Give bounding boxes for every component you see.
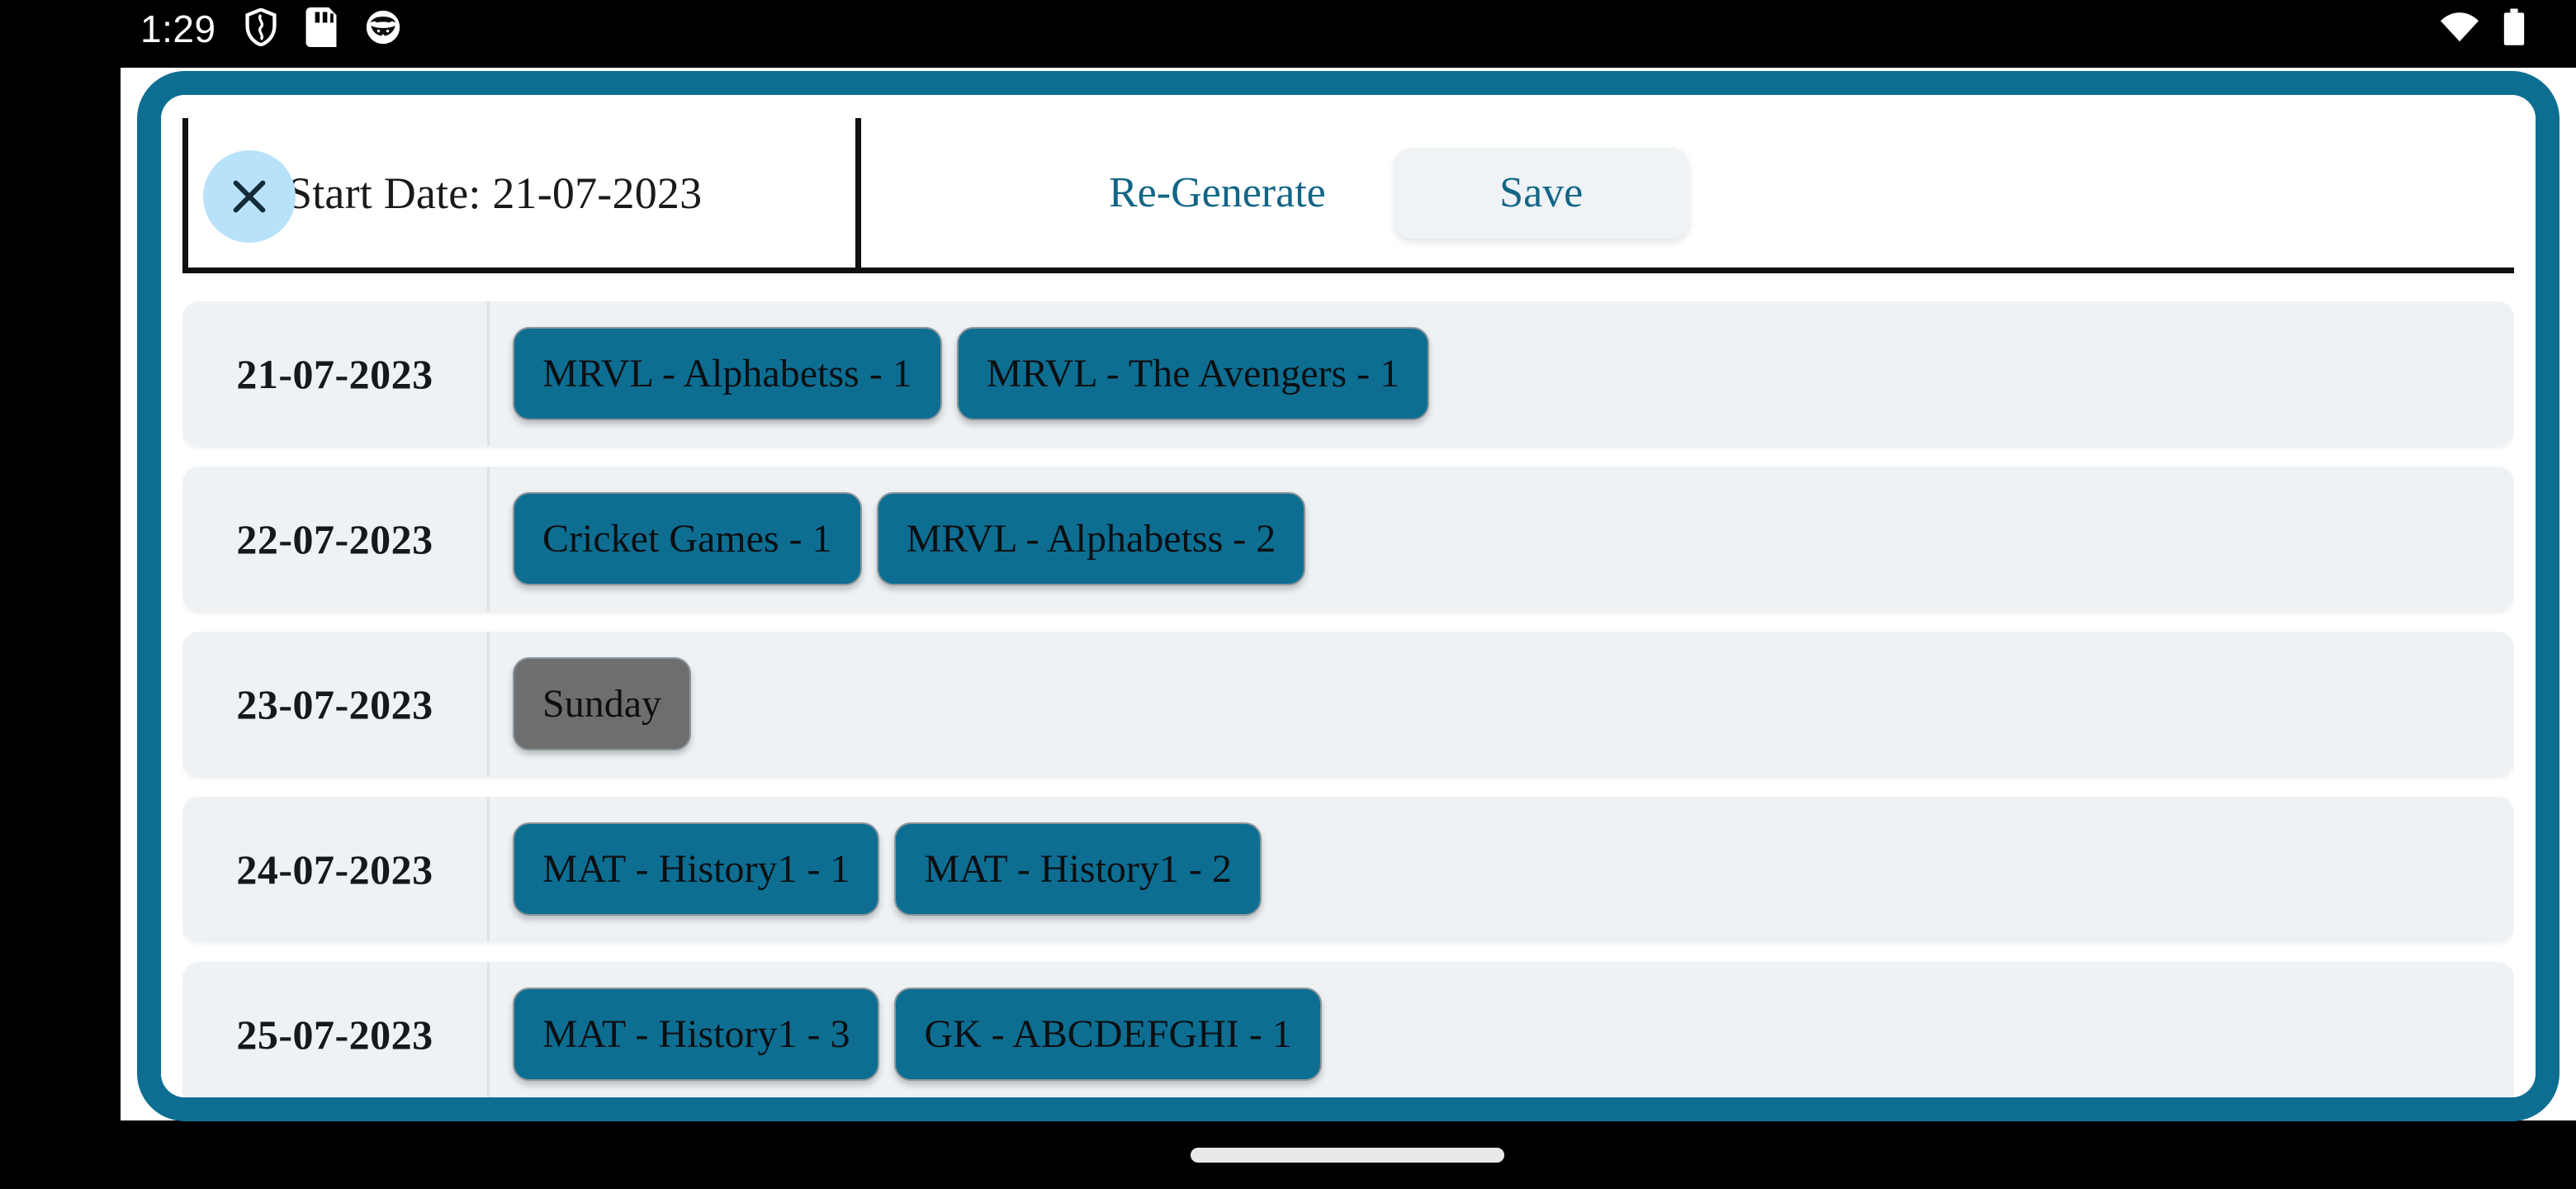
row-chips: Sunday: [490, 632, 691, 776]
row-chips: MRVL - Alphabetss - 1 MRVL - The Avenger…: [490, 301, 1430, 446]
session-chip[interactable]: MRVL - Alphabetss - 1: [513, 327, 942, 420]
home-indicator[interactable]: [1191, 1148, 1504, 1163]
session-chip[interactable]: MRVL - Alphabetss - 2: [876, 492, 1306, 585]
session-chip[interactable]: MAT - History1 - 3: [513, 988, 880, 1081]
status-bar-right: [2439, 8, 2526, 50]
table-row[interactable]: 22-07-2023 Cricket Games - 1 MRVL - Alph…: [182, 467, 2514, 611]
save-button[interactable]: Save: [1393, 147, 1689, 239]
schedule-list[interactable]: 21-07-2023 MRVL - Alphabetss - 1 MRVL - …: [182, 301, 2514, 1097]
close-icon[interactable]: [203, 150, 296, 243]
holiday-chip[interactable]: Sunday: [513, 657, 691, 751]
cat-face-icon: [365, 9, 401, 50]
session-chip[interactable]: Cricket Games - 1: [513, 492, 862, 585]
row-chips: MAT - History1 - 1 MAT - History1 - 2: [490, 797, 1262, 941]
row-date: 22-07-2023: [182, 467, 490, 611]
row-date: 23-07-2023: [182, 632, 490, 776]
status-bar: 1:29: [0, 0, 2576, 58]
row-date: 24-07-2023: [182, 797, 490, 941]
table-row[interactable]: 23-07-2023 Sunday: [182, 632, 2514, 776]
status-clock: 1:29: [140, 7, 216, 50]
row-chips: Cricket Games - 1 MRVL - Alphabetss - 2: [490, 467, 1306, 611]
table-row[interactable]: 21-07-2023 MRVL - Alphabetss - 1 MRVL - …: [182, 301, 2514, 446]
shield-icon: [244, 7, 277, 50]
session-chip[interactable]: GK - ABCDEFGHI - 1: [894, 988, 1322, 1081]
app-frame: Start Date: 21-07-2023 Re-Generate Save …: [137, 71, 2559, 1121]
wifi-icon: [2439, 11, 2480, 48]
sim-card-icon: [305, 7, 337, 51]
table-row[interactable]: 25-07-2023 MAT - History1 - 3 GK - ABCDE…: [182, 962, 2514, 1097]
regenerate-button[interactable]: Re-Generate: [1109, 168, 1326, 217]
session-chip[interactable]: MAT - History1 - 1: [513, 822, 880, 916]
row-chips: MAT - History1 - 3 GK - ABCDEFGHI - 1: [490, 962, 1322, 1097]
session-chip[interactable]: MAT - History1 - 2: [894, 822, 1262, 916]
modal-sheet: Start Date: 21-07-2023 Re-Generate Save …: [161, 95, 2536, 1097]
status-bar-left: 1:29: [140, 7, 401, 51]
row-date: 25-07-2023: [182, 962, 490, 1097]
table-row[interactable]: 24-07-2023 MAT - History1 - 1 MAT - Hist…: [182, 797, 2514, 941]
battery-icon: [2502, 8, 2526, 50]
header-actions: Re-Generate Save: [861, 118, 2514, 273]
session-chip[interactable]: MRVL - The Avengers - 1: [956, 327, 1430, 420]
row-date: 21-07-2023: [182, 301, 490, 446]
sheet-header: Start Date: 21-07-2023 Re-Generate Save: [182, 118, 2514, 273]
